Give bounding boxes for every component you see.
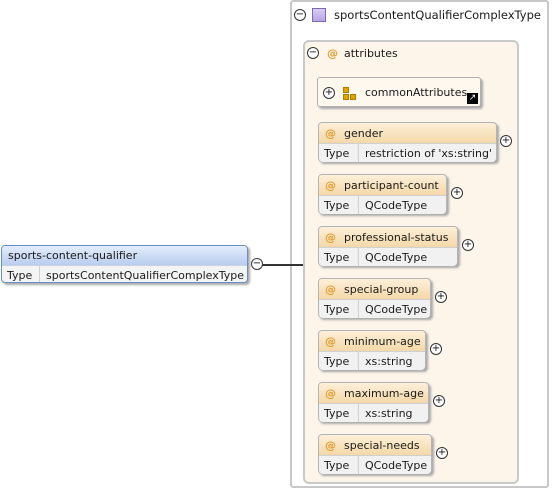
type-key: Type	[319, 456, 359, 474]
attribute-name: special-needs	[344, 438, 420, 452]
attribute-icon: @	[325, 438, 336, 452]
type-value: QCodeType	[365, 198, 428, 212]
collapse-icon[interactable]: −	[294, 9, 306, 21]
reference-arrow-icon[interactable]: ↗	[467, 93, 478, 104]
type-value: QCodeType	[365, 250, 428, 264]
expand-icon[interactable]: +	[433, 395, 445, 407]
attribute-name: special-group	[344, 282, 419, 296]
attribute-group-ref-label: commonAttributes	[365, 86, 468, 99]
type-key: Type	[2, 266, 40, 282]
type-value: xs:string	[365, 406, 413, 420]
attribute-name: professional-status	[344, 230, 449, 244]
complex-type-icon	[312, 8, 326, 22]
attribute-icon: @	[325, 178, 336, 192]
attribute-icon: @	[325, 126, 336, 140]
type-key: Type	[319, 300, 359, 318]
attributes-header: − @ attributes	[307, 45, 398, 61]
attribute-special-group[interactable]: @ special-group Type QCodeType	[318, 278, 431, 318]
type-value: xs:string	[365, 354, 413, 368]
type-value: QCodeType	[365, 458, 428, 472]
expand-icon[interactable]: +	[451, 187, 463, 199]
complex-type-header: − sportsContentQualifierComplexType	[294, 7, 541, 23]
type-key: Type	[319, 248, 359, 266]
attributes-label: attributes	[344, 46, 398, 60]
attribute-maximum-age[interactable]: @ maximum-age Type xs:string	[318, 382, 429, 422]
type-key: Type	[319, 352, 359, 370]
type-value: QCodeType	[365, 302, 428, 316]
expand-icon[interactable]: +	[462, 239, 474, 251]
attribute-participant-count[interactable]: @ participant-count Type QCodeType	[318, 174, 447, 214]
expand-icon[interactable]: +	[323, 87, 335, 99]
attribute-minimum-age[interactable]: @ minimum-age Type xs:string	[318, 330, 426, 370]
type-value: sportsContentQualifierComplexType	[46, 268, 244, 282]
complex-type-title: sportsContentQualifierComplexType	[334, 8, 541, 22]
expand-icon[interactable]: +	[436, 447, 448, 459]
attribute-name: gender	[344, 126, 383, 140]
expand-icon[interactable]: +	[500, 135, 512, 147]
attribute-gender[interactable]: @ gender Type restriction of 'xs:string'	[318, 122, 497, 162]
element-name: sports-content-qualifier	[2, 246, 247, 265]
expand-icon[interactable]: +	[430, 343, 442, 355]
attribute-icon: @	[325, 282, 336, 296]
connector-line	[262, 264, 303, 266]
type-key: Type	[319, 196, 359, 214]
expand-icon[interactable]: +	[435, 291, 447, 303]
element-box[interactable]: sports-content-qualifier Type sportsCont…	[1, 245, 248, 283]
attribute-professional-status[interactable]: @ professional-status Type QCodeType	[318, 226, 458, 266]
type-key: Type	[319, 404, 359, 422]
type-key: Type	[319, 144, 359, 162]
attribute-special-needs[interactable]: @ special-needs Type QCodeType	[318, 434, 432, 474]
attribute-name: maximum-age	[344, 386, 424, 400]
attribute-group-icon	[343, 87, 357, 101]
attribute-icon: @	[325, 230, 336, 244]
attribute-icon: @	[327, 46, 338, 60]
attribute-name: minimum-age	[344, 334, 421, 348]
attribute-name: participant-count	[344, 178, 439, 192]
collapse-icon[interactable]: −	[307, 47, 319, 59]
attribute-icon: @	[325, 386, 336, 400]
attribute-group-ref[interactable]: + commonAttributes ↗	[317, 77, 481, 107]
attribute-icon: @	[325, 334, 336, 348]
type-value: restriction of 'xs:string'	[365, 146, 492, 160]
